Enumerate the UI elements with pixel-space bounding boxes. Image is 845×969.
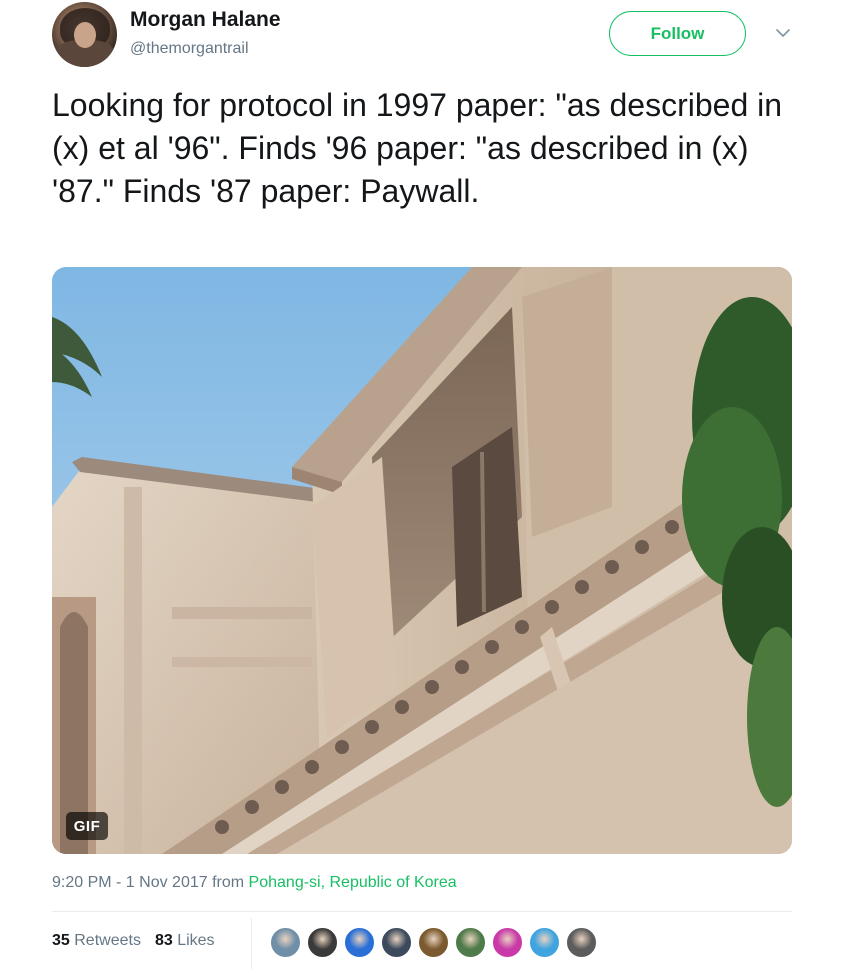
likes-stat[interactable]: 83 Likes	[155, 932, 215, 950]
liker-avatar[interactable]	[418, 927, 449, 958]
tweet-time[interactable]: 9:20 PM - 1 Nov 2017	[52, 874, 208, 891]
retweets-count: 35	[52, 932, 70, 949]
tweet-text: Looking for protocol in 1997 paper: "as …	[52, 87, 783, 209]
liker-avatar[interactable]	[492, 927, 523, 958]
liker-avatar[interactable]	[270, 927, 301, 958]
liker-avatar[interactable]	[381, 927, 412, 958]
likers-avatars	[270, 927, 603, 959]
gif-frame-image	[52, 267, 792, 854]
follow-button[interactable]: Follow	[609, 11, 746, 56]
tweet-header: Morgan Halane @themorgantrail Follow	[52, 0, 797, 80]
avatar-face	[74, 22, 96, 48]
author-avatar[interactable]	[52, 2, 117, 67]
stats-divider	[251, 918, 252, 969]
liker-avatar[interactable]	[566, 927, 597, 958]
gif-badge: GIF	[66, 812, 108, 840]
divider	[52, 911, 792, 912]
retweets-stat[interactable]: 35 Retweets	[52, 932, 141, 950]
likes-count: 83	[154, 932, 173, 949]
liker-avatar[interactable]	[307, 927, 338, 958]
tweet-media-gif[interactable]: GIF	[52, 267, 792, 854]
from-label: from	[212, 874, 245, 891]
chevron-down-icon[interactable]	[774, 24, 792, 42]
liker-avatar[interactable]	[529, 927, 560, 958]
tweet-timestamp-line: 9:20 PM - 1 Nov 2017 from Pohang-si, Rep…	[52, 874, 457, 892]
tweet-stats: 35 Retweets 83 Likes	[52, 932, 215, 950]
tweet-location-link[interactable]: Pohang-si, Republic of Korea	[249, 874, 457, 891]
liker-avatar[interactable]	[455, 927, 486, 958]
liker-avatar[interactable]	[344, 927, 375, 958]
author-name[interactable]: Morgan Halane	[130, 8, 281, 32]
likes-label: Likes	[177, 932, 215, 949]
retweets-label: Retweets	[74, 932, 141, 949]
author-handle[interactable]: @themorgantrail	[130, 40, 249, 58]
